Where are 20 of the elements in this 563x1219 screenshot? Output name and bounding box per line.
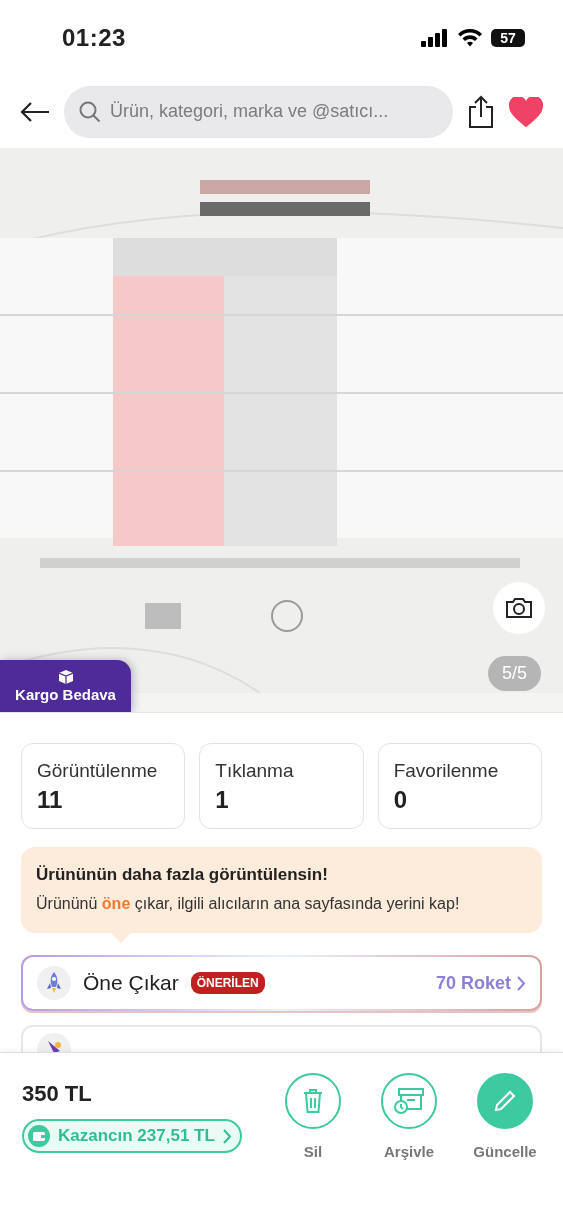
stat-value: 11 [37,786,64,814]
battery-level: 57 [491,28,525,47]
search-field[interactable]: Ürün, kategori, marka ve @satıcı... [64,85,453,138]
product-price: 350 TL [22,1081,93,1107]
option-label: Öne Çıkar [83,971,179,995]
promo-text: Ürününü öne çıkar, ilgili alıcıların ana sayfasında yerini kap! [36,895,461,913]
badge-label: Kargo Bedava [15,685,116,703]
promo-title: Ürününün daha fazla görüntülensin! [36,865,329,885]
edit-button[interactable]: Güncelle [469,1073,541,1219]
rocket-price-link[interactable]: 70 Roket [435,972,526,994]
stat-label: Görüntülenme [37,760,159,782]
status-time: 01:23 [62,23,126,52]
option-row[interactable]: Öne Çıkar ÖNERİLEN 70 Roket [21,955,542,1011]
archive-button[interactable]: Arşivle [373,1073,445,1219]
stat-label: Tıklanma [215,760,295,782]
delete-button[interactable]: Sil [277,1073,349,1219]
recommended-tag: ÖNERİLEN [190,972,265,994]
stat-label: Favorilenme [393,760,500,782]
stat-value: 1 [215,786,230,814]
stat-value: 0 [393,786,408,814]
